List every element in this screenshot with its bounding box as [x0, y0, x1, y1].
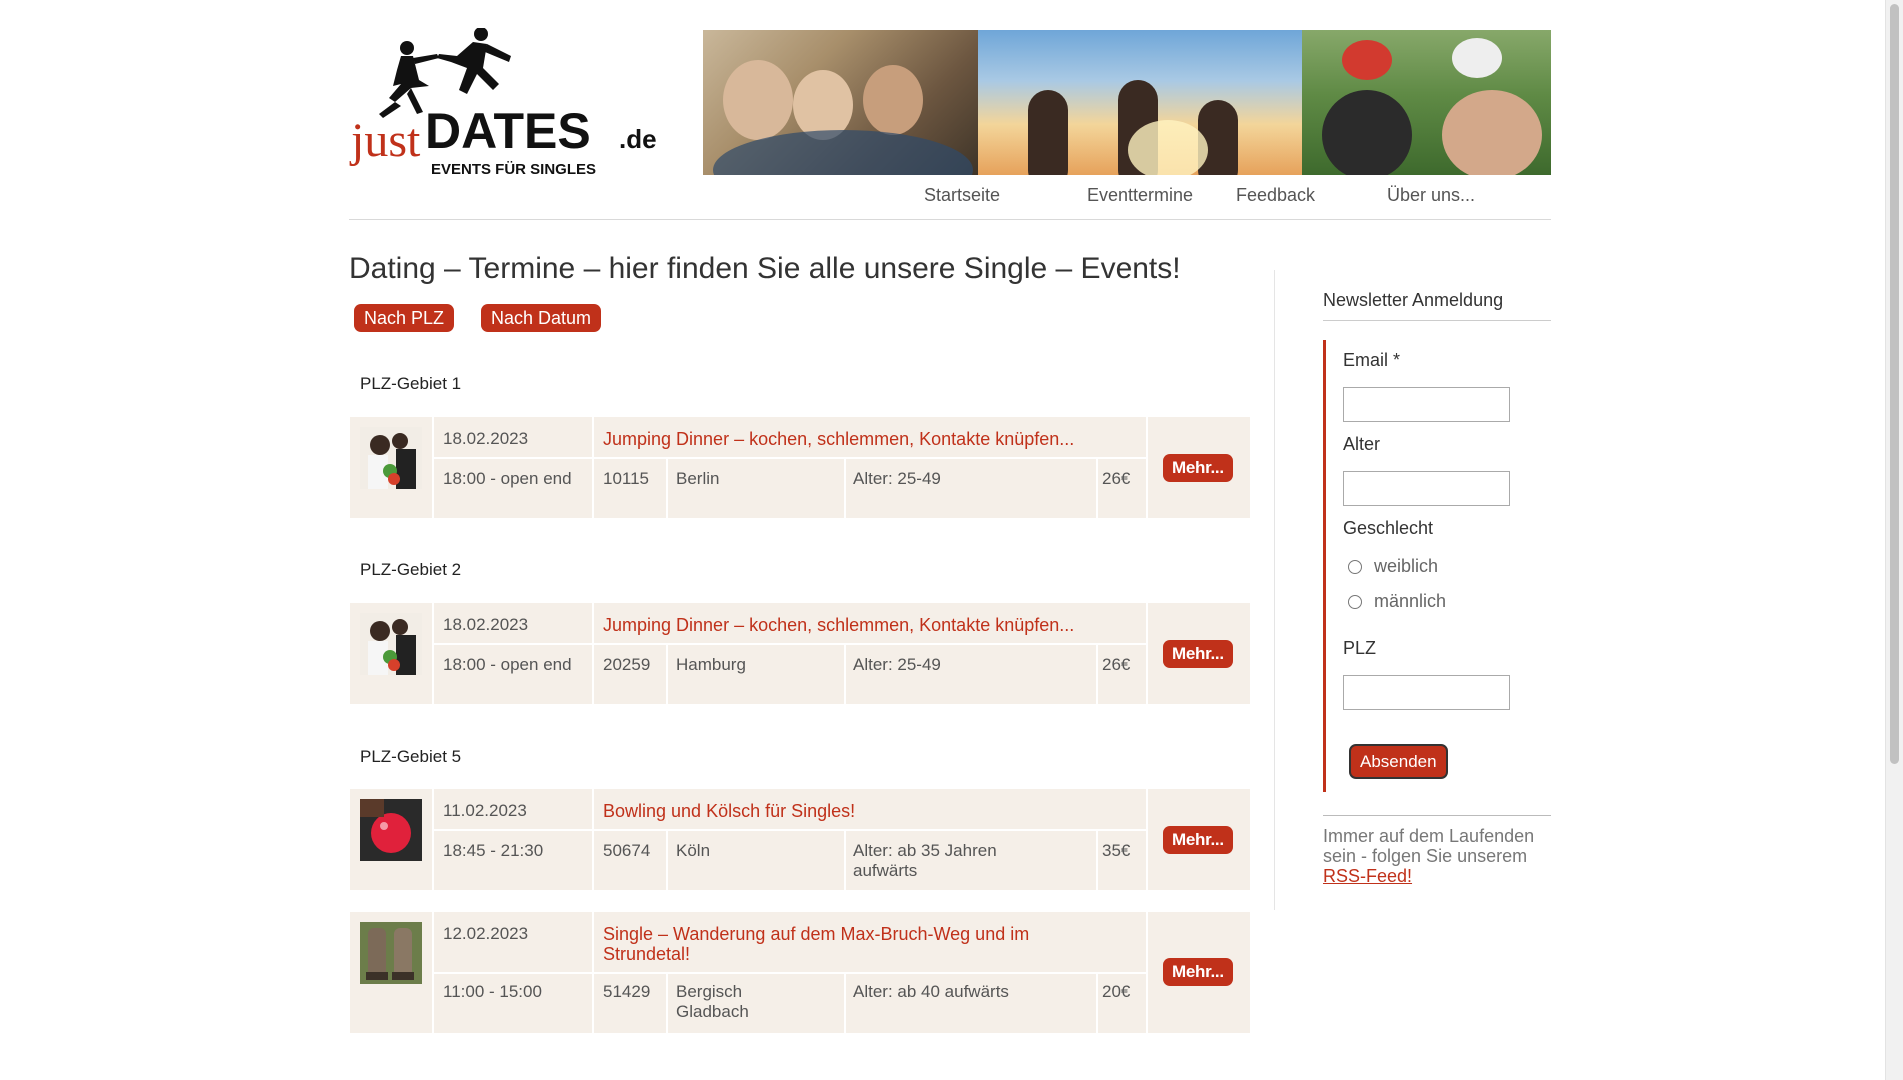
header-banner	[703, 30, 1551, 175]
rss-feed-link[interactable]: RSS-Feed!	[1323, 866, 1412, 886]
event-price: 26€	[1102, 469, 1131, 488]
email-field[interactable]	[1343, 387, 1510, 422]
nav-item-eventtermine[interactable]: Eventtermine	[1087, 185, 1193, 206]
event-age: Alter: ab 40 aufwärts	[853, 982, 1009, 1001]
dinner-photo-icon	[360, 427, 422, 489]
event-time: 18:00 - open end	[443, 469, 572, 488]
newsletter-form: Email * Alter Geschlecht weiblich männli…	[1323, 340, 1551, 792]
svg-text:.de: .de	[619, 124, 657, 154]
event-thumbnail[interactable]	[360, 922, 422, 984]
filter-by-plz-button[interactable]: Nach PLZ	[354, 304, 455, 332]
hiking-boots-photo-icon	[360, 922, 422, 984]
event-city: Bergisch Gladbach	[676, 982, 749, 1021]
email-label: Email *	[1343, 350, 1401, 370]
gender-option-female[interactable]: weiblich	[1348, 556, 1438, 577]
required-mark: *	[1393, 350, 1401, 370]
event-date: 18.02.2023	[443, 429, 529, 448]
more-button[interactable]: Mehr...	[1163, 958, 1233, 986]
more-button[interactable]: Mehr...	[1163, 454, 1233, 482]
event-date: 11.02.2023	[443, 801, 527, 820]
more-button[interactable]: Mehr...	[1163, 826, 1233, 854]
event-zip: 51429	[603, 982, 651, 1001]
dinner-photo-icon	[360, 613, 422, 675]
event-date: 18.02.2023	[443, 615, 529, 634]
nav-item-ueber-uns[interactable]: Über uns...	[1387, 185, 1475, 206]
nav-item-feedback[interactable]: Feedback	[1236, 185, 1315, 206]
event-city: Köln	[676, 841, 711, 860]
header-divider	[349, 219, 1551, 220]
event-thumbnail[interactable]	[360, 613, 422, 675]
event-price: 26€	[1102, 655, 1131, 674]
event-zip: 50674	[603, 841, 651, 860]
event-time: 18:45 - 21:30	[443, 841, 544, 860]
radio-button[interactable]	[1348, 594, 1362, 609]
filter-by-date-button[interactable]: Nach Datum	[481, 304, 602, 332]
event-zip: 10115	[603, 469, 650, 488]
event-date: 12.02.2023	[443, 924, 529, 943]
gender-option-male[interactable]: männlich	[1348, 591, 1446, 612]
svg-text:DATES: DATES	[425, 103, 591, 159]
age-label: Alter	[1343, 434, 1381, 454]
svg-text:EVENTS FÜR SINGLES: EVENTS FÜR SINGLES	[431, 161, 596, 178]
region-heading: PLZ-Gebiet 5	[360, 747, 462, 766]
site-logo[interactable]: just DATES .de EVENTS FÜR SINGLES	[349, 27, 664, 180]
event-title-link[interactable]: Jumping Dinner – kochen, schlemmen, Kont…	[603, 615, 1143, 635]
event-zip: 20259	[603, 655, 651, 674]
event-age: Alter: 25-49	[853, 469, 941, 488]
gender-label: Geschlecht	[1343, 518, 1434, 538]
event-price: 35€	[1102, 841, 1131, 860]
banner-photo-climbing	[1302, 30, 1551, 175]
event-row: 18.02.2023 Jumping Dinner – kochen, schl…	[350, 603, 1250, 704]
zip-field[interactable]	[1343, 675, 1510, 710]
scrollbar-thumb[interactable]	[1890, 4, 1899, 764]
event-age: Alter: 25-49	[853, 655, 941, 674]
event-row: 12.02.2023 Single – Wanderung auf dem Ma…	[350, 912, 1250, 1033]
event-title-link[interactable]: Jumping Dinner – kochen, schlemmen, Kont…	[603, 429, 1143, 449]
event-city: Hamburg	[676, 655, 746, 674]
event-title-link[interactable]: Bowling und Kölsch für Singles!	[603, 801, 1143, 821]
event-time: 11:00 - 15:00	[443, 982, 542, 1001]
newsletter-title: Newsletter Anmeldung	[1323, 290, 1504, 310]
event-row: 18.02.2023 Jumping Dinner – kochen, schl…	[350, 417, 1250, 518]
event-time: 18:00 - open end	[443, 655, 572, 674]
dancers-logo-icon: just DATES .de EVENTS FÜR SINGLES	[349, 27, 657, 178]
svg-text:just: just	[349, 114, 421, 167]
event-price: 20€	[1102, 982, 1131, 1001]
event-title-link[interactable]: Single – Wanderung auf dem Max-Bruch-Weg…	[603, 924, 1073, 964]
region-heading: PLZ-Gebiet 2	[360, 560, 462, 579]
more-button[interactable]: Mehr...	[1163, 640, 1233, 668]
bowling-ball-photo-icon	[360, 799, 422, 861]
banner-photo-group-cooking	[703, 30, 978, 175]
zip-label: PLZ	[1343, 638, 1377, 658]
age-field[interactable]	[1343, 471, 1510, 506]
banner-photo-party	[978, 30, 1302, 175]
radio-button[interactable]	[1348, 559, 1362, 574]
rss-note: Immer auf dem Laufenden sein - folgen Si…	[1323, 826, 1535, 886]
event-row: 11.02.2023 Bowling und Kölsch für Single…	[350, 789, 1250, 890]
page-scrollbar[interactable]	[1885, 0, 1903, 1080]
event-city: Berlin	[676, 469, 720, 488]
sidebar-divider	[1274, 270, 1275, 910]
nav-item-startseite[interactable]: Startseite	[924, 185, 1000, 206]
event-age: Alter: ab 35 Jahren aufwärts	[853, 841, 997, 880]
page-title: Dating – Termine – hier finden Sie alle …	[349, 252, 1181, 285]
event-thumbnail[interactable]	[360, 427, 422, 489]
region-heading: PLZ-Gebiet 1	[360, 374, 462, 393]
event-thumbnail[interactable]	[360, 799, 422, 861]
submit-button[interactable]: Absenden	[1349, 744, 1448, 779]
